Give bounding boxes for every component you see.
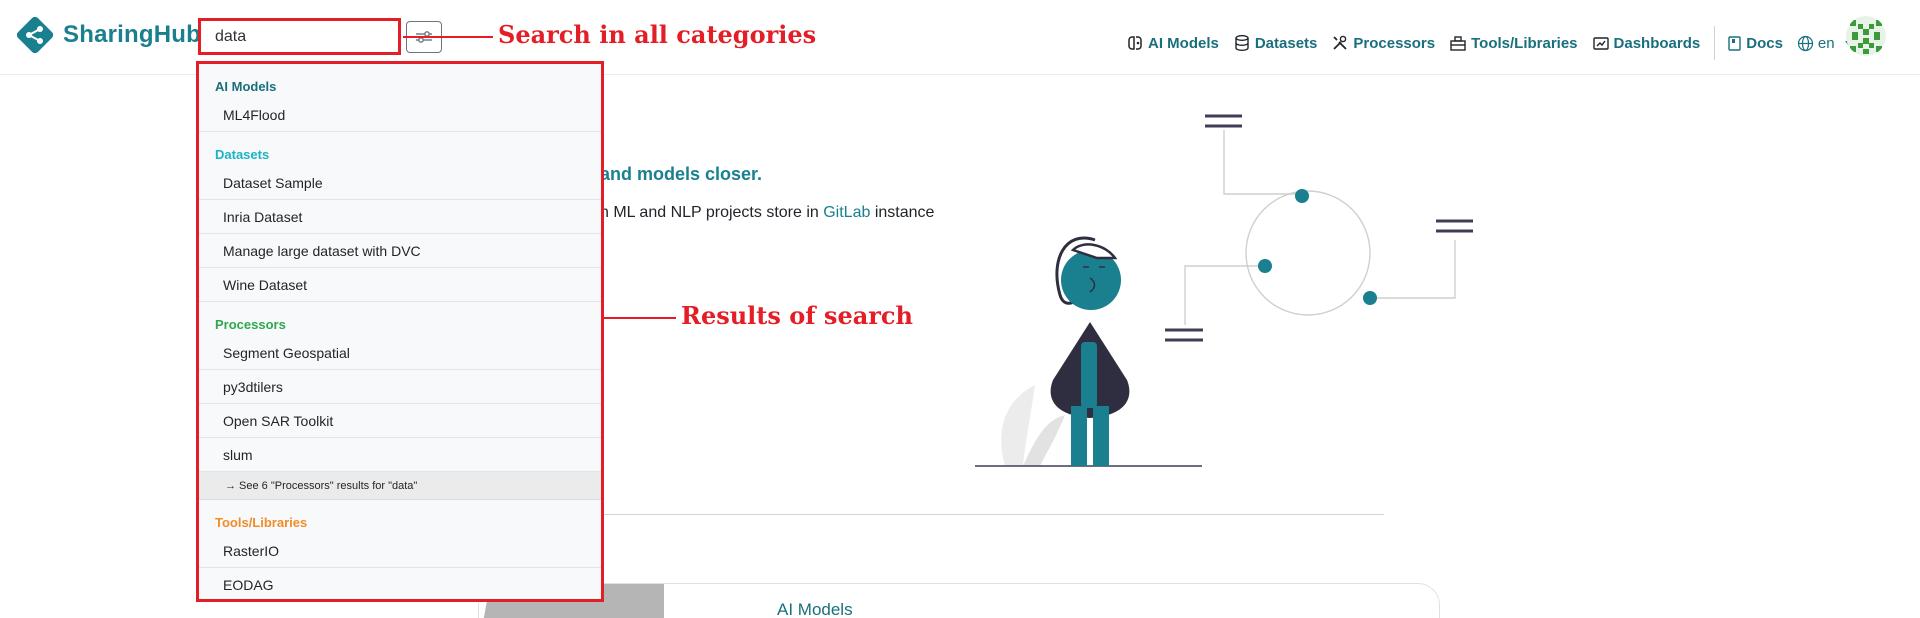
ai-models-icon [1128,36,1142,50]
search-result-item[interactable]: ML4Flood [199,98,601,132]
ai-models-card[interactable]: AI Models [478,583,1440,618]
search-result-item[interactable]: Manage large dataset with DVC [199,234,601,268]
circuit-graphic [1184,130,1456,325]
gitlab-link[interactable]: GitLab [823,204,870,221]
search-result-item[interactable]: Inria Dataset [199,200,601,234]
hero-description-suffix: instance [870,204,935,221]
hero-description-prefix: n ML and NLP projects store in [600,204,824,221]
search-result-item[interactable]: slum [199,438,601,472]
search-results-dropdown: AI Models ML4Flood Datasets Dataset Sample I… [196,61,604,602]
search-result-item[interactable]: Wine Dataset [199,268,601,302]
language-selector[interactable]: en [1797,35,1853,52]
nav-ai-models[interactable]: AI Models [1126,34,1219,52]
nav-divider [1714,26,1716,60]
book-icon [1728,35,1741,51]
search-result-item[interactable]: Segment Geospatial [199,336,601,370]
nav-ai-models-label: AI Models [1148,34,1219,52]
app-name: SharingHub [63,21,201,48]
nav-datasets-label: Datasets [1254,34,1318,52]
nav-dashboards-label: Dashboards [1613,34,1701,52]
toolbox-icon [1450,36,1466,51]
hero-tagline: and models closer. [600,164,763,184]
nav-datasets[interactable]: Datasets [1233,34,1318,52]
results-annotation-line [604,317,676,319]
results-group-header: Tools/Libraries [215,515,308,530]
database-icon [1235,35,1249,52]
nav-tools-libraries-label: Tools/Libraries [1471,34,1578,52]
main-nav: AI Models Datasets Processors Tools/Libr… [1126,26,1853,60]
app-logo[interactable]: SharingHub [15,15,201,55]
see-more-results-link[interactable]: → See 6 "Processors" results for "data" [199,472,601,500]
language-label: en [1817,34,1835,52]
nav-dashboards[interactable]: Dashboards [1592,34,1701,52]
search-result-item[interactable]: Dataset Sample [199,166,601,200]
menu-bars-graphic [1165,114,1473,342]
search-result-item[interactable]: EODAG [199,568,601,599]
search-input[interactable]: data [198,18,401,55]
search-result-item[interactable]: py3dtilers [199,370,601,404]
results-group-header: AI Models [215,79,277,94]
sharinghub-logo-icon [16,16,54,54]
search-result-item[interactable]: Open SAR Toolkit [199,404,601,438]
section-divider [604,514,1384,515]
search-input-value: data [215,27,247,45]
search-annotation-label: Search in all categories [498,20,817,49]
hero-illustration [975,114,1473,467]
dashboard-icon [1592,37,1609,50]
search-result-item[interactable]: RasterIO [199,534,601,568]
globe-icon [1797,35,1814,51]
tools-icon [1333,35,1348,50]
results-group-header: Datasets [215,147,270,162]
nav-processors-label: Processors [1353,34,1436,52]
nav-docs[interactable]: Docs [1727,35,1783,52]
nav-processors[interactable]: Processors [1331,34,1435,52]
nav-docs-label: Docs [1746,34,1783,52]
user-avatar-icon [1846,16,1886,56]
nav-tools-libraries[interactable]: Tools/Libraries [1449,34,1578,52]
ai-models-card-title: AI Models [777,600,853,618]
results-group-header: Processors [215,317,286,332]
results-annotation-label: Results of search [681,301,913,330]
avatar[interactable] [1846,16,1886,56]
search-results-list: AI Models ML4Flood Datasets Dataset Sample I… [199,64,601,599]
hero-description: n ML and NLP projects store in GitLab in… [600,204,934,222]
search-annotation-line [403,36,493,38]
